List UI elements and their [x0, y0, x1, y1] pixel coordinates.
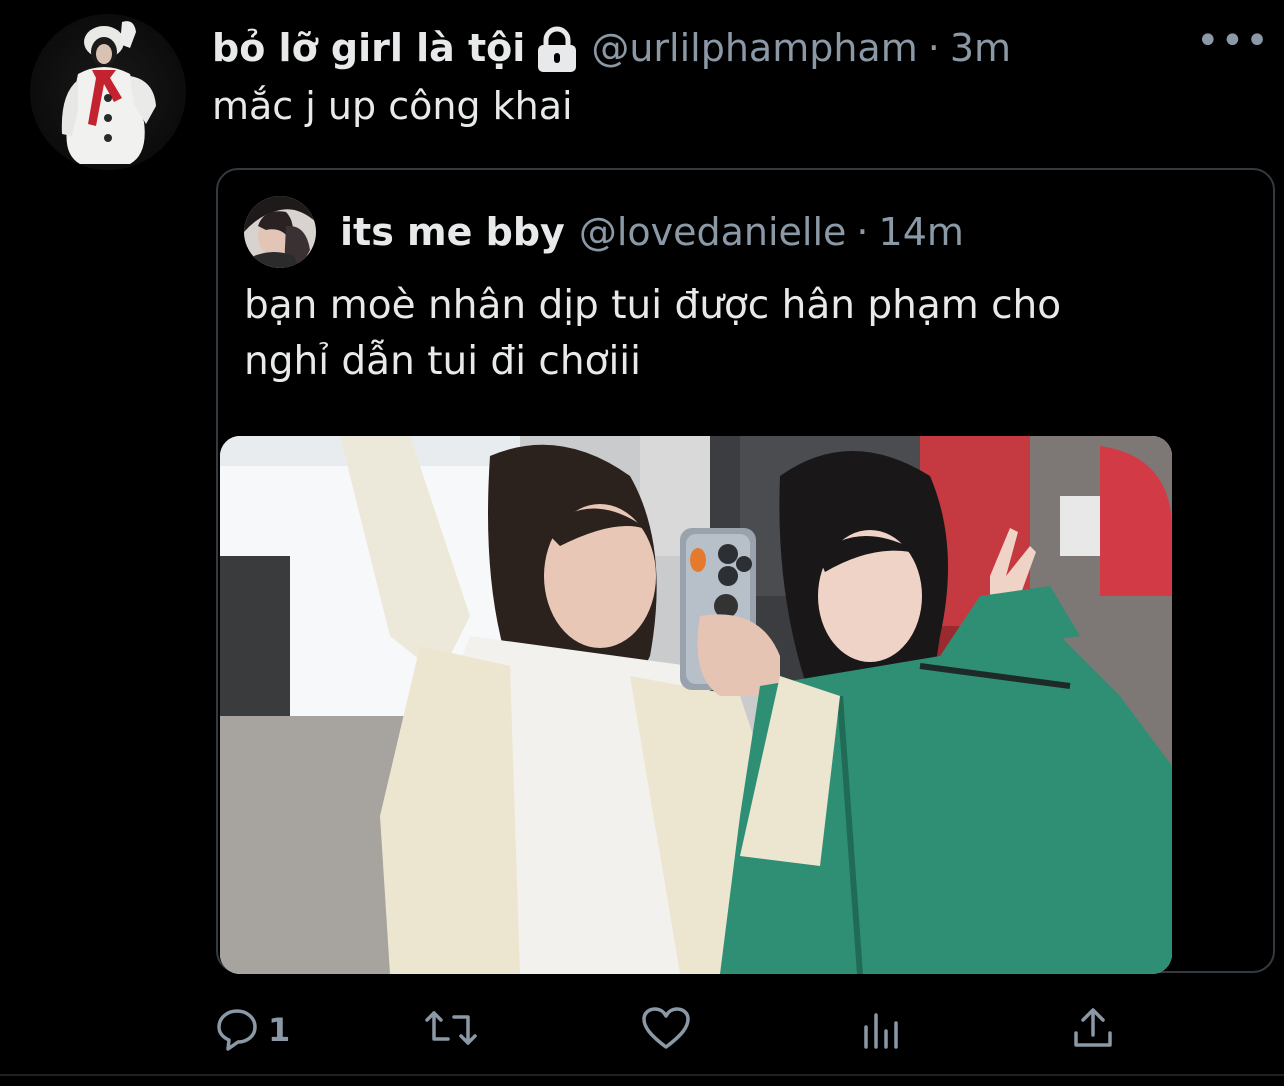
lock-icon [535, 26, 579, 74]
quoted-tweet[interactable]: its me bby @lovedanielle · 14m bạn moè n… [216, 168, 1275, 974]
divider [0, 1074, 1284, 1076]
tweet-timestamp[interactable]: 3m [950, 20, 1011, 76]
views-button[interactable] [858, 1000, 912, 1060]
heart-icon [640, 1005, 692, 1055]
quoted-separator-dot: · [856, 210, 869, 254]
quoted-tweet-header: its me bby @lovedanielle · 14m [340, 204, 964, 260]
quoted-tweet-photo[interactable] [220, 436, 1172, 974]
reply-icon [214, 1005, 260, 1055]
author-handle[interactable]: @urlilphampham [591, 20, 917, 76]
reply-button[interactable]: 1 [214, 1000, 290, 1060]
quoted-tweet-text: bạn moè nhân dịp tui được hân phạm cho n… [244, 278, 1244, 390]
more-options-icon[interactable]: ••• [1196, 21, 1269, 66]
reply-count: 1 [268, 1011, 291, 1049]
separator-dot: · [927, 26, 940, 70]
quoted-author-name[interactable]: its me bby [340, 210, 565, 254]
share-button[interactable] [1070, 1000, 1116, 1060]
author-avatar[interactable] [30, 14, 186, 170]
quoted-timestamp[interactable]: 14m [879, 210, 964, 254]
quoted-text-line: bạn moè nhân dịp tui được hân phạm cho [244, 283, 1062, 328]
tweet-text: mắc j up công khai [212, 84, 573, 128]
tweet: bỏ lỡ girl là tội @urlilphampham · 3m ••… [0, 0, 1284, 1086]
share-icon [1070, 1005, 1116, 1055]
author-name[interactable]: bỏ lỡ girl là tội [212, 20, 525, 76]
retweet-button[interactable] [424, 1000, 486, 1060]
quoted-text-line: nghỉ dẫn tui đi chơiii [244, 339, 641, 384]
tweet-header: bỏ lỡ girl là tội @urlilphampham · 3m [212, 20, 1011, 76]
quoted-author-handle[interactable]: @lovedanielle [579, 210, 847, 254]
analytics-icon [858, 1005, 904, 1055]
quoted-author-avatar[interactable] [244, 196, 316, 268]
retweet-icon [424, 1005, 478, 1055]
like-button[interactable] [640, 1000, 700, 1060]
tweet-actions: 1 [0, 1000, 1284, 1060]
